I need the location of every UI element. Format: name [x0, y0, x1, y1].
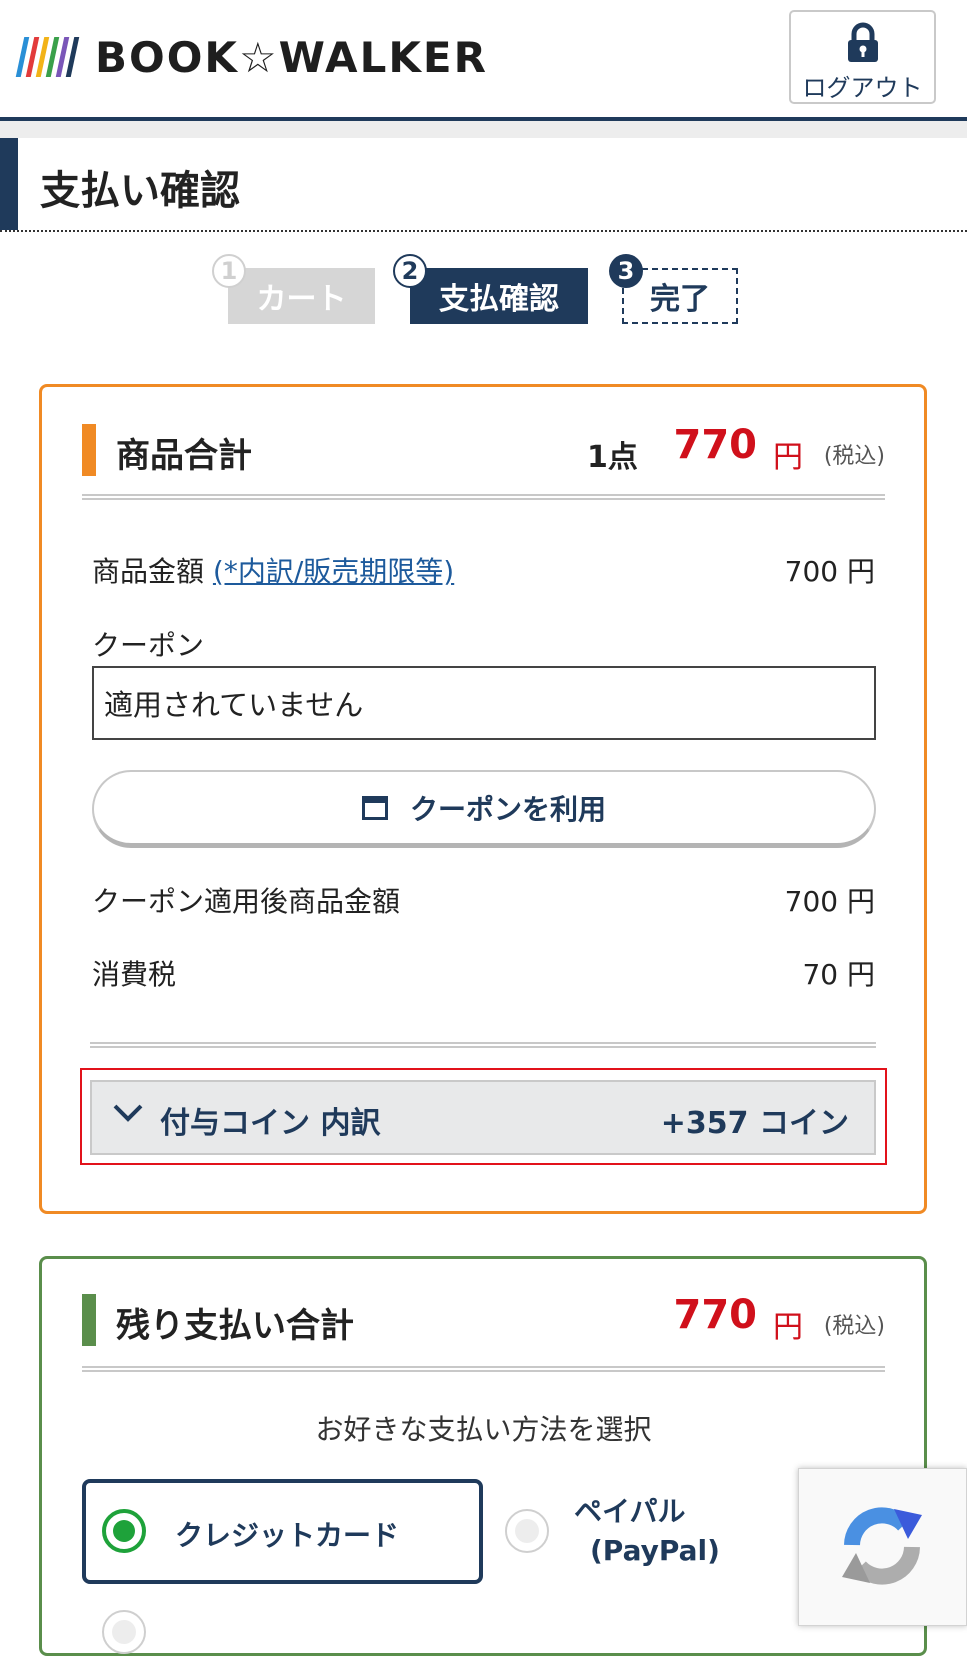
summary-title: 商品合計	[116, 436, 252, 476]
credit-card-radio[interactable]	[102, 1509, 146, 1553]
use-coupon-button[interactable]: クーポンを利用	[92, 770, 876, 848]
payment-method-prompt: お好きな支払い方法を選択	[315, 1413, 652, 1446]
step-cart: カート	[228, 268, 375, 324]
step-complete-number: 3	[609, 254, 643, 288]
item-count: 1点	[587, 440, 638, 475]
summary-total: 770	[673, 422, 758, 468]
logout-button[interactable]: ログアウト	[789, 10, 936, 104]
recaptcha-icon	[842, 1507, 922, 1585]
summary-currency: 円	[773, 440, 803, 475]
page-title-bar: 支払い確認	[0, 138, 967, 232]
credit-card-label: クレジットカード	[175, 1519, 400, 1552]
title-accent	[0, 138, 18, 230]
summary-tax-note: (税込)	[823, 444, 885, 469]
remaining-title: 残り支払い合計	[116, 1306, 354, 1346]
summary-divider	[82, 494, 885, 500]
step-cart-number: 1	[212, 254, 246, 288]
recaptcha-badge[interactable]	[798, 1468, 967, 1626]
remaining-divider	[82, 1366, 885, 1372]
third-payment-radio[interactable]	[102, 1610, 146, 1654]
remaining-header-accent	[82, 1294, 96, 1346]
header-divider	[0, 121, 967, 138]
summary-header-accent	[82, 424, 96, 476]
step-confirm-number: 2	[393, 254, 427, 288]
summary-header: 商品合計 1点 770 円 (税込)	[82, 420, 885, 480]
step-confirm: 支払確認	[410, 268, 588, 324]
after-coupon-label: クーポン適用後商品金額	[92, 885, 401, 918]
tax-value: 70 円	[802, 958, 875, 991]
coupon-label: クーポン	[92, 629, 205, 662]
brand-logo[interactable]: BOOK☆WALKER	[15, 32, 488, 82]
coin-breakdown-label: 付与コイン 内訳	[160, 1106, 381, 1141]
remaining-currency: 円	[773, 1310, 803, 1345]
coin-divider	[90, 1042, 876, 1048]
site-header: BOOK☆WALKER ログアウト	[0, 0, 967, 121]
item-price-value: 700 円	[784, 555, 875, 588]
after-coupon-value: 700 円	[784, 885, 875, 918]
logo-stripes	[15, 37, 80, 77]
use-coupon-label: クーポンを利用	[409, 792, 606, 826]
brand-name: BOOK☆WALKER	[95, 32, 488, 82]
logout-label: ログアウト	[802, 74, 923, 102]
page-title: 支払い確認	[40, 168, 240, 214]
paypal-label-line1: ペイパル	[574, 1495, 686, 1528]
remaining-header: 残り支払い合計 770 円 (税込)	[82, 1290, 885, 1350]
remaining-total: 770	[673, 1292, 758, 1338]
calendar-icon	[361, 795, 388, 820]
item-price-label-row: 商品金額 (*内訳/販売期限等)	[92, 550, 454, 590]
price-breakdown-link[interactable]: (*内訳/販売期限等)	[213, 555, 454, 588]
paypal-radio[interactable]	[505, 1509, 549, 1553]
remaining-tax-note: (税込)	[823, 1314, 885, 1339]
chevron-down-icon	[113, 1104, 143, 1122]
coupon-field[interactable]: 適用されていません	[92, 666, 876, 740]
coin-value: +357 コイン	[660, 1106, 849, 1141]
lock-icon	[847, 22, 878, 62]
item-price-label: 商品金額	[92, 555, 205, 588]
tax-label: 消費税	[92, 958, 177, 991]
paypal-label-line2: (PayPal)	[590, 1534, 720, 1567]
